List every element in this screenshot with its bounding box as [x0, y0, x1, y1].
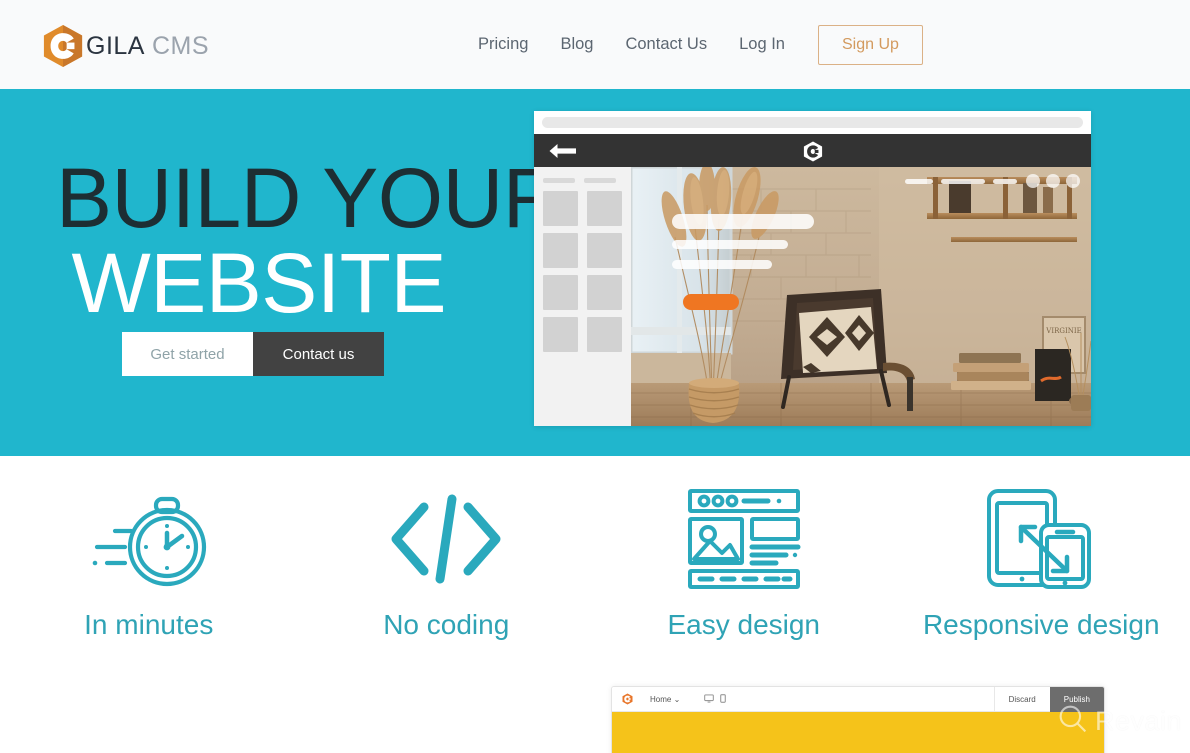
mockup-body: VIRGINIE — [534, 167, 1091, 426]
watermark-text: Revain — [1094, 706, 1182, 736]
placeholder-bar — [941, 179, 985, 184]
editor-canvas[interactable] — [612, 712, 1104, 753]
landing-page: GILA CMS Pricing Blog Contact Us Log In S… — [0, 0, 1190, 753]
nav-item-blog[interactable]: Blog — [544, 27, 609, 62]
placeholder-bar — [584, 178, 616, 183]
hero-title: BUILD YOUR WEBSITE — [56, 151, 563, 330]
gila-g-logo-icon[interactable] — [612, 693, 642, 705]
mockup-nav-dots[interactable] — [1026, 174, 1080, 188]
mockup-sidebar-grid — [543, 191, 622, 352]
mockup-text-placeholders — [672, 214, 814, 280]
hero-section: BUILD YOUR WEBSITE Get started Contact u… — [0, 89, 1190, 456]
placeholder-cell — [543, 233, 578, 268]
brand-logo[interactable]: GILA CMS — [42, 24, 209, 68]
placeholder-bar — [672, 214, 814, 229]
feature-responsive-design: Responsive design — [893, 456, 1190, 671]
features-section: In minutes No coding Easy design Respons… — [0, 456, 1190, 671]
nav-item-contact-us[interactable]: Contact Us — [609, 27, 723, 62]
web-layout-wireframe-icon — [684, 486, 804, 591]
device-preview-toggle — [688, 693, 727, 705]
brand-suffix: CMS — [151, 31, 210, 60]
placeholder-cell — [543, 317, 578, 352]
page-selector[interactable]: Home ⌄ — [642, 695, 688, 704]
tablet-phone-resize-icon — [981, 486, 1101, 591]
mockup-url-bar — [534, 111, 1091, 134]
placeholder-cell — [587, 275, 622, 310]
mockup-cta-button[interactable] — [683, 294, 739, 310]
publish-button[interactable]: Publish — [1049, 687, 1104, 712]
editor-mockup: Home ⌄ Discard Publish — [611, 686, 1105, 753]
nav-dot[interactable] — [1066, 174, 1080, 188]
nav-item-log-in[interactable]: Log In — [723, 27, 801, 62]
browser-mockup: VIRGINIE — [534, 111, 1091, 426]
mockup-photo-interior: VIRGINIE — [631, 167, 1091, 426]
mockup-sidebar-headers — [543, 178, 622, 183]
code-brackets-icon — [382, 486, 510, 591]
placeholder-cell — [543, 275, 578, 310]
desktop-icon[interactable] — [704, 693, 715, 705]
site-header: GILA CMS Pricing Blog Contact Us Log In S… — [0, 0, 1190, 89]
brand-name: GILA — [86, 31, 145, 60]
contact-us-button[interactable]: Contact us — [253, 332, 384, 376]
mockup-menu-lines — [905, 179, 1017, 184]
feature-label: Responsive design — [922, 609, 1160, 640]
placeholder-bar — [543, 178, 575, 183]
feature-in-minutes: In minutes — [0, 456, 298, 671]
placeholder-cell — [587, 233, 622, 268]
sign-up-button[interactable]: Sign Up — [817, 24, 923, 65]
nav-dot[interactable] — [1046, 174, 1060, 188]
mobile-icon[interactable] — [720, 693, 727, 705]
nav-item-pricing[interactable]: Pricing — [462, 27, 544, 62]
get-started-button[interactable]: Get started — [122, 332, 253, 376]
url-bar-placeholder — [542, 117, 1083, 128]
editor-toolbar: Home ⌄ Discard Publish — [612, 687, 1104, 712]
placeholder-bar — [905, 179, 933, 184]
placeholder-cell — [543, 191, 578, 226]
mockup-sidebar — [534, 167, 631, 426]
feature-label: No coding — [383, 609, 510, 640]
page-selector-label: Home — [650, 694, 672, 704]
brand-text: GILA CMS — [86, 32, 209, 61]
gila-hex-logo-icon — [803, 141, 823, 167]
placeholder-bar — [672, 260, 772, 269]
feature-label: Easy design — [667, 609, 821, 640]
main-navigation: Pricing Blog Contact Us Log In Sign Up — [462, 0, 923, 89]
hero-title-line-2: WEBSITE — [71, 235, 446, 330]
gila-hex-logo-icon — [42, 24, 84, 68]
placeholder-bar — [672, 240, 788, 249]
placeholder-cell — [587, 317, 622, 352]
mockup-nav-bar — [534, 134, 1091, 167]
feature-easy-design: Easy design — [595, 456, 893, 671]
feature-no-coding: No coding — [298, 456, 596, 671]
hero-title-line-1: BUILD YOUR — [56, 151, 563, 245]
placeholder-cell — [587, 191, 622, 226]
stopwatch-speed-icon — [85, 486, 213, 591]
back-arrow-icon[interactable] — [548, 143, 577, 164]
feature-label: In minutes — [84, 609, 214, 640]
discard-button[interactable]: Discard — [993, 687, 1050, 712]
chevron-down-icon: ⌄ — [673, 694, 681, 704]
nav-dot[interactable] — [1026, 174, 1040, 188]
placeholder-bar — [993, 179, 1017, 184]
hero-cta-group: Get started Contact us — [122, 332, 384, 376]
